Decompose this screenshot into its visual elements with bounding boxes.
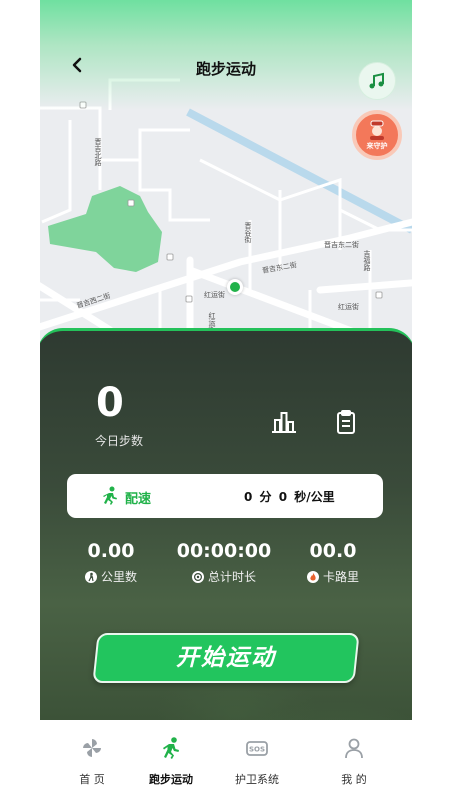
runner-icon (163, 737, 179, 759)
distance-label: 公里数 (100, 570, 137, 584)
street-label: 晋谷街 (244, 222, 252, 243)
svg-text:SOS: SOS (249, 746, 265, 754)
walker-icon (84, 570, 97, 583)
current-location-marker (227, 279, 243, 295)
guard-icon (370, 120, 384, 140)
calories-stat: 00.0 卡路里 (278, 540, 388, 585)
pace-value: 0 分 0 秒/公里 (244, 490, 335, 504)
street-label: 晋吉北路 (94, 138, 102, 166)
distance-stat: 0.00 公里数 (56, 540, 166, 585)
pace-label: 配速 (125, 492, 152, 507)
street-label: 红运街 (338, 303, 359, 311)
duration-stat: 00:00:00 总计时长 (169, 540, 279, 585)
flame-icon (306, 570, 319, 583)
tab-profile-label: 我 的 (341, 773, 367, 786)
tab-home[interactable]: 首 页 (52, 736, 132, 787)
phone-screen: 晋吉北路 晋谷街 晋吉东二街 吉福路 晋吉西二街 红运街 晋吉东二街 红运街 红… (40, 0, 412, 800)
start-exercise-label: 开始运动 (176, 645, 276, 671)
tab-running-label: 跑步运动 (149, 773, 193, 786)
start-exercise-button[interactable]: 开始运动 (92, 633, 360, 683)
runner-icon (103, 486, 117, 505)
street-label: 吉福路 (363, 250, 371, 271)
calories-label: 卡路里 (322, 570, 359, 584)
sos-icon: SOS (246, 741, 268, 756)
tab-guard[interactable]: SOS 护卫系统 (217, 736, 297, 787)
street-label: 晋吉东二街 (324, 241, 359, 249)
music-note-icon (369, 72, 384, 89)
distance-value: 0.00 (87, 540, 135, 562)
pace-card: 配速 0 分 0 秒/公里 (67, 474, 383, 518)
clock-icon (191, 570, 204, 583)
bar-chart-icon (272, 412, 296, 433)
person-icon (345, 738, 363, 759)
page-title: 跑步运动 (195, 60, 256, 78)
tab-running[interactable]: 跑步运动 (131, 736, 211, 787)
duration-label: 总计时长 (207, 570, 256, 584)
street-label: 红运街 (204, 291, 225, 299)
stats-chart-button[interactable] (270, 408, 298, 436)
record-list-button[interactable] (332, 408, 360, 436)
calories-value: 00.0 (309, 540, 357, 562)
tab-guard-label: 护卫系统 (235, 773, 279, 786)
today-steps-label: 今日步数 (95, 434, 144, 448)
clipboard-icon (337, 410, 355, 434)
pinwheel-icon (83, 739, 101, 757)
duration-value: 00:00:00 (176, 540, 272, 562)
today-steps-value: 0 (96, 380, 124, 426)
guard-button[interactable]: 来守护 (352, 110, 402, 160)
tab-home-label: 首 页 (79, 773, 105, 786)
guard-label: 来守护 (366, 141, 388, 150)
header-gradient (40, 0, 412, 110)
tab-profile[interactable]: 我 的 (314, 736, 394, 787)
music-button[interactable] (358, 62, 396, 100)
